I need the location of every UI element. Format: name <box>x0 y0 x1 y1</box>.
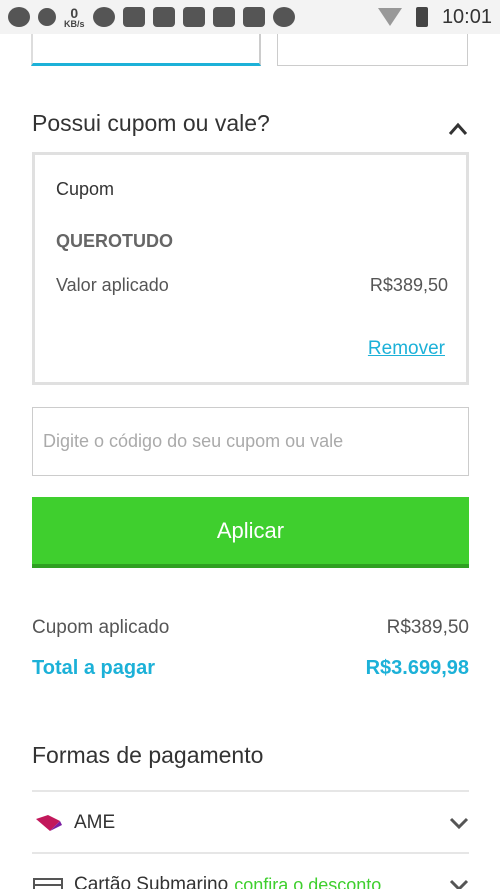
clock: 10:01 <box>441 5 492 28</box>
remove-coupon-link[interactable]: Remover <box>368 338 445 360</box>
coupon-label: Cupom <box>56 179 115 199</box>
coupon-section-title: Possui cupom ou vale? <box>32 110 270 136</box>
payment-section-title: Formas de pagamento <box>32 742 264 768</box>
chevron-down-icon[interactable] <box>449 878 469 889</box>
app-icon <box>152 7 175 27</box>
payment-method-label: AME <box>74 812 116 833</box>
gmail-icon <box>182 7 205 27</box>
app-notification-icon <box>38 8 56 26</box>
coupon-applied-row: Cupom aplicado R$389,50 <box>32 617 469 639</box>
applied-value-amount: R$389,50 <box>369 275 448 295</box>
coupon-applied-value: R$389,50 <box>386 617 469 638</box>
apply-coupon-button[interactable]: Aplicar <box>32 497 469 568</box>
discount-note[interactable]: confira o desconto <box>234 875 381 889</box>
total-row: Total a pagar R$3.699,98 <box>32 657 469 680</box>
chevron-down-icon[interactable] <box>449 816 469 830</box>
applied-coupon-card: Cupom QUEROTUDO Valor aplicado R$389,50 … <box>32 152 469 385</box>
status-bar: 0 KB/s 10:01 <box>0 0 500 34</box>
whatsapp-icon <box>92 7 115 27</box>
previous-field-left[interactable] <box>31 34 261 66</box>
alarm-icon <box>272 7 295 27</box>
ame-icon <box>36 815 62 831</box>
previous-field-right[interactable] <box>277 34 468 66</box>
payment-method-label: Cartão Submarino <box>74 874 229 889</box>
applied-value-row: Valor aplicado R$389,50 <box>56 275 448 296</box>
applied-value-label: Valor aplicado <box>56 275 169 295</box>
payment-method-card[interactable]: Cartão Submarino confira o desconto <box>32 852 469 889</box>
messenger-icon <box>212 7 235 27</box>
coupon-code-input[interactable] <box>32 407 469 476</box>
wifi-icon <box>377 8 402 26</box>
network-speed-value: 0 <box>70 4 79 21</box>
battery-icon <box>415 7 428 27</box>
network-speed-unit: KB/s <box>64 18 85 29</box>
notification-icons: 0 KB/s <box>8 6 295 29</box>
image-icon <box>122 7 145 27</box>
more-icon <box>8 7 30 27</box>
coupon-applied-label: Cupom aplicado <box>32 617 170 638</box>
total-label: Total a pagar <box>32 657 155 679</box>
youtube-icon <box>242 7 265 27</box>
payment-method-ame[interactable]: AME <box>32 790 469 854</box>
network-speed: 0 KB/s <box>64 6 85 29</box>
card-icon <box>33 878 63 889</box>
chevron-up-icon[interactable] <box>448 122 468 136</box>
coupon-code: QUEROTUDO <box>56 231 173 251</box>
total-value: R$3.699,98 <box>365 657 469 679</box>
